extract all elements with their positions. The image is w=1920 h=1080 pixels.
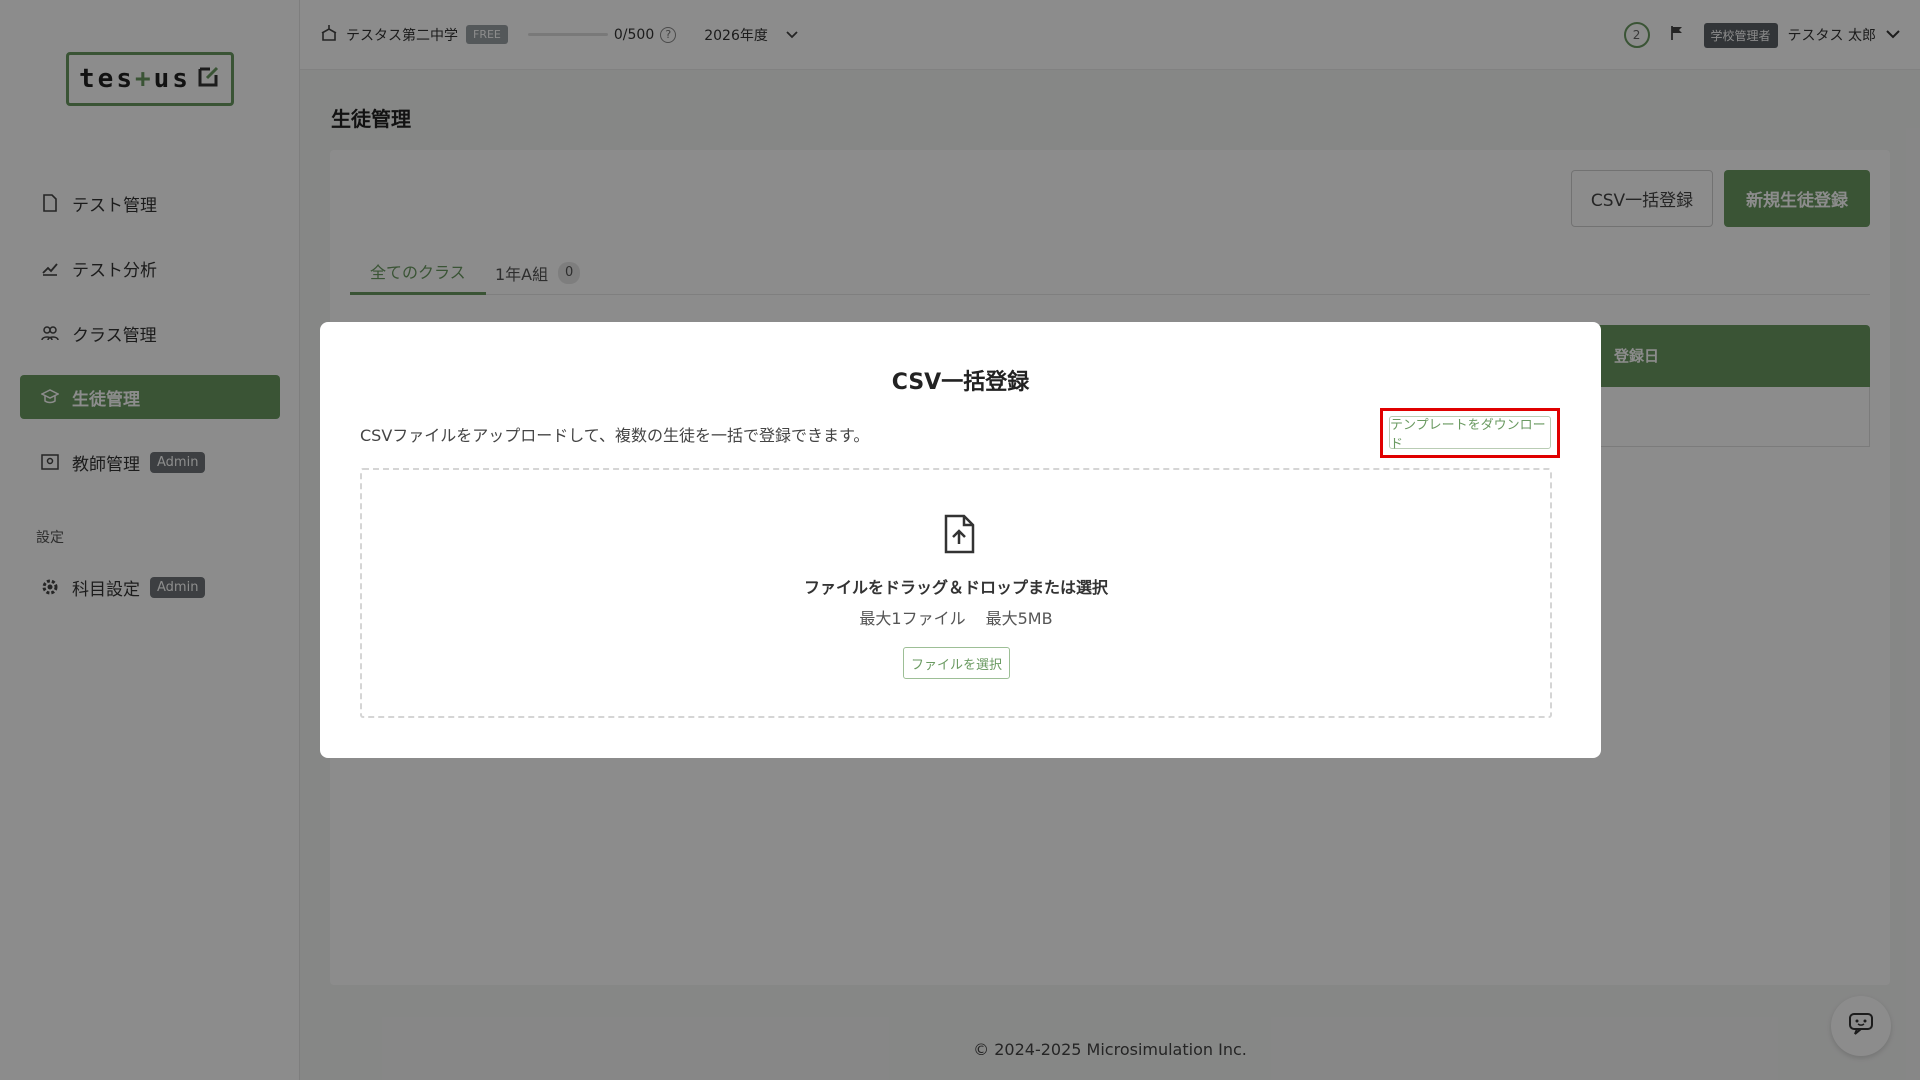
max-files-text: 最大1ファイル	[859, 609, 966, 628]
file-upload-icon	[942, 514, 976, 554]
file-dropzone[interactable]: ファイルをドラッグ＆ドロップまたは選択 最大1ファイル 最大5MB ファイルを選択	[360, 468, 1552, 718]
modal-description: CSVファイルをアップロードして、複数の生徒を一括で登録できます。	[360, 426, 870, 445]
csv-import-modal: CSV一括登録 CSVファイルをアップロードして、複数の生徒を一括で登録できます…	[320, 322, 1601, 758]
modal-title: CSV一括登録	[891, 370, 1030, 395]
max-size-text: 最大5MB	[985, 609, 1053, 628]
dropzone-title: ファイルをドラッグ＆ドロップまたは選択	[803, 578, 1108, 597]
select-file-button[interactable]: ファイルを選択	[903, 647, 1010, 679]
download-template-button[interactable]: テンプレートをダウンロード	[1389, 416, 1551, 452]
dropzone-limits: 最大1ファイル 最大5MB	[362, 605, 1550, 629]
